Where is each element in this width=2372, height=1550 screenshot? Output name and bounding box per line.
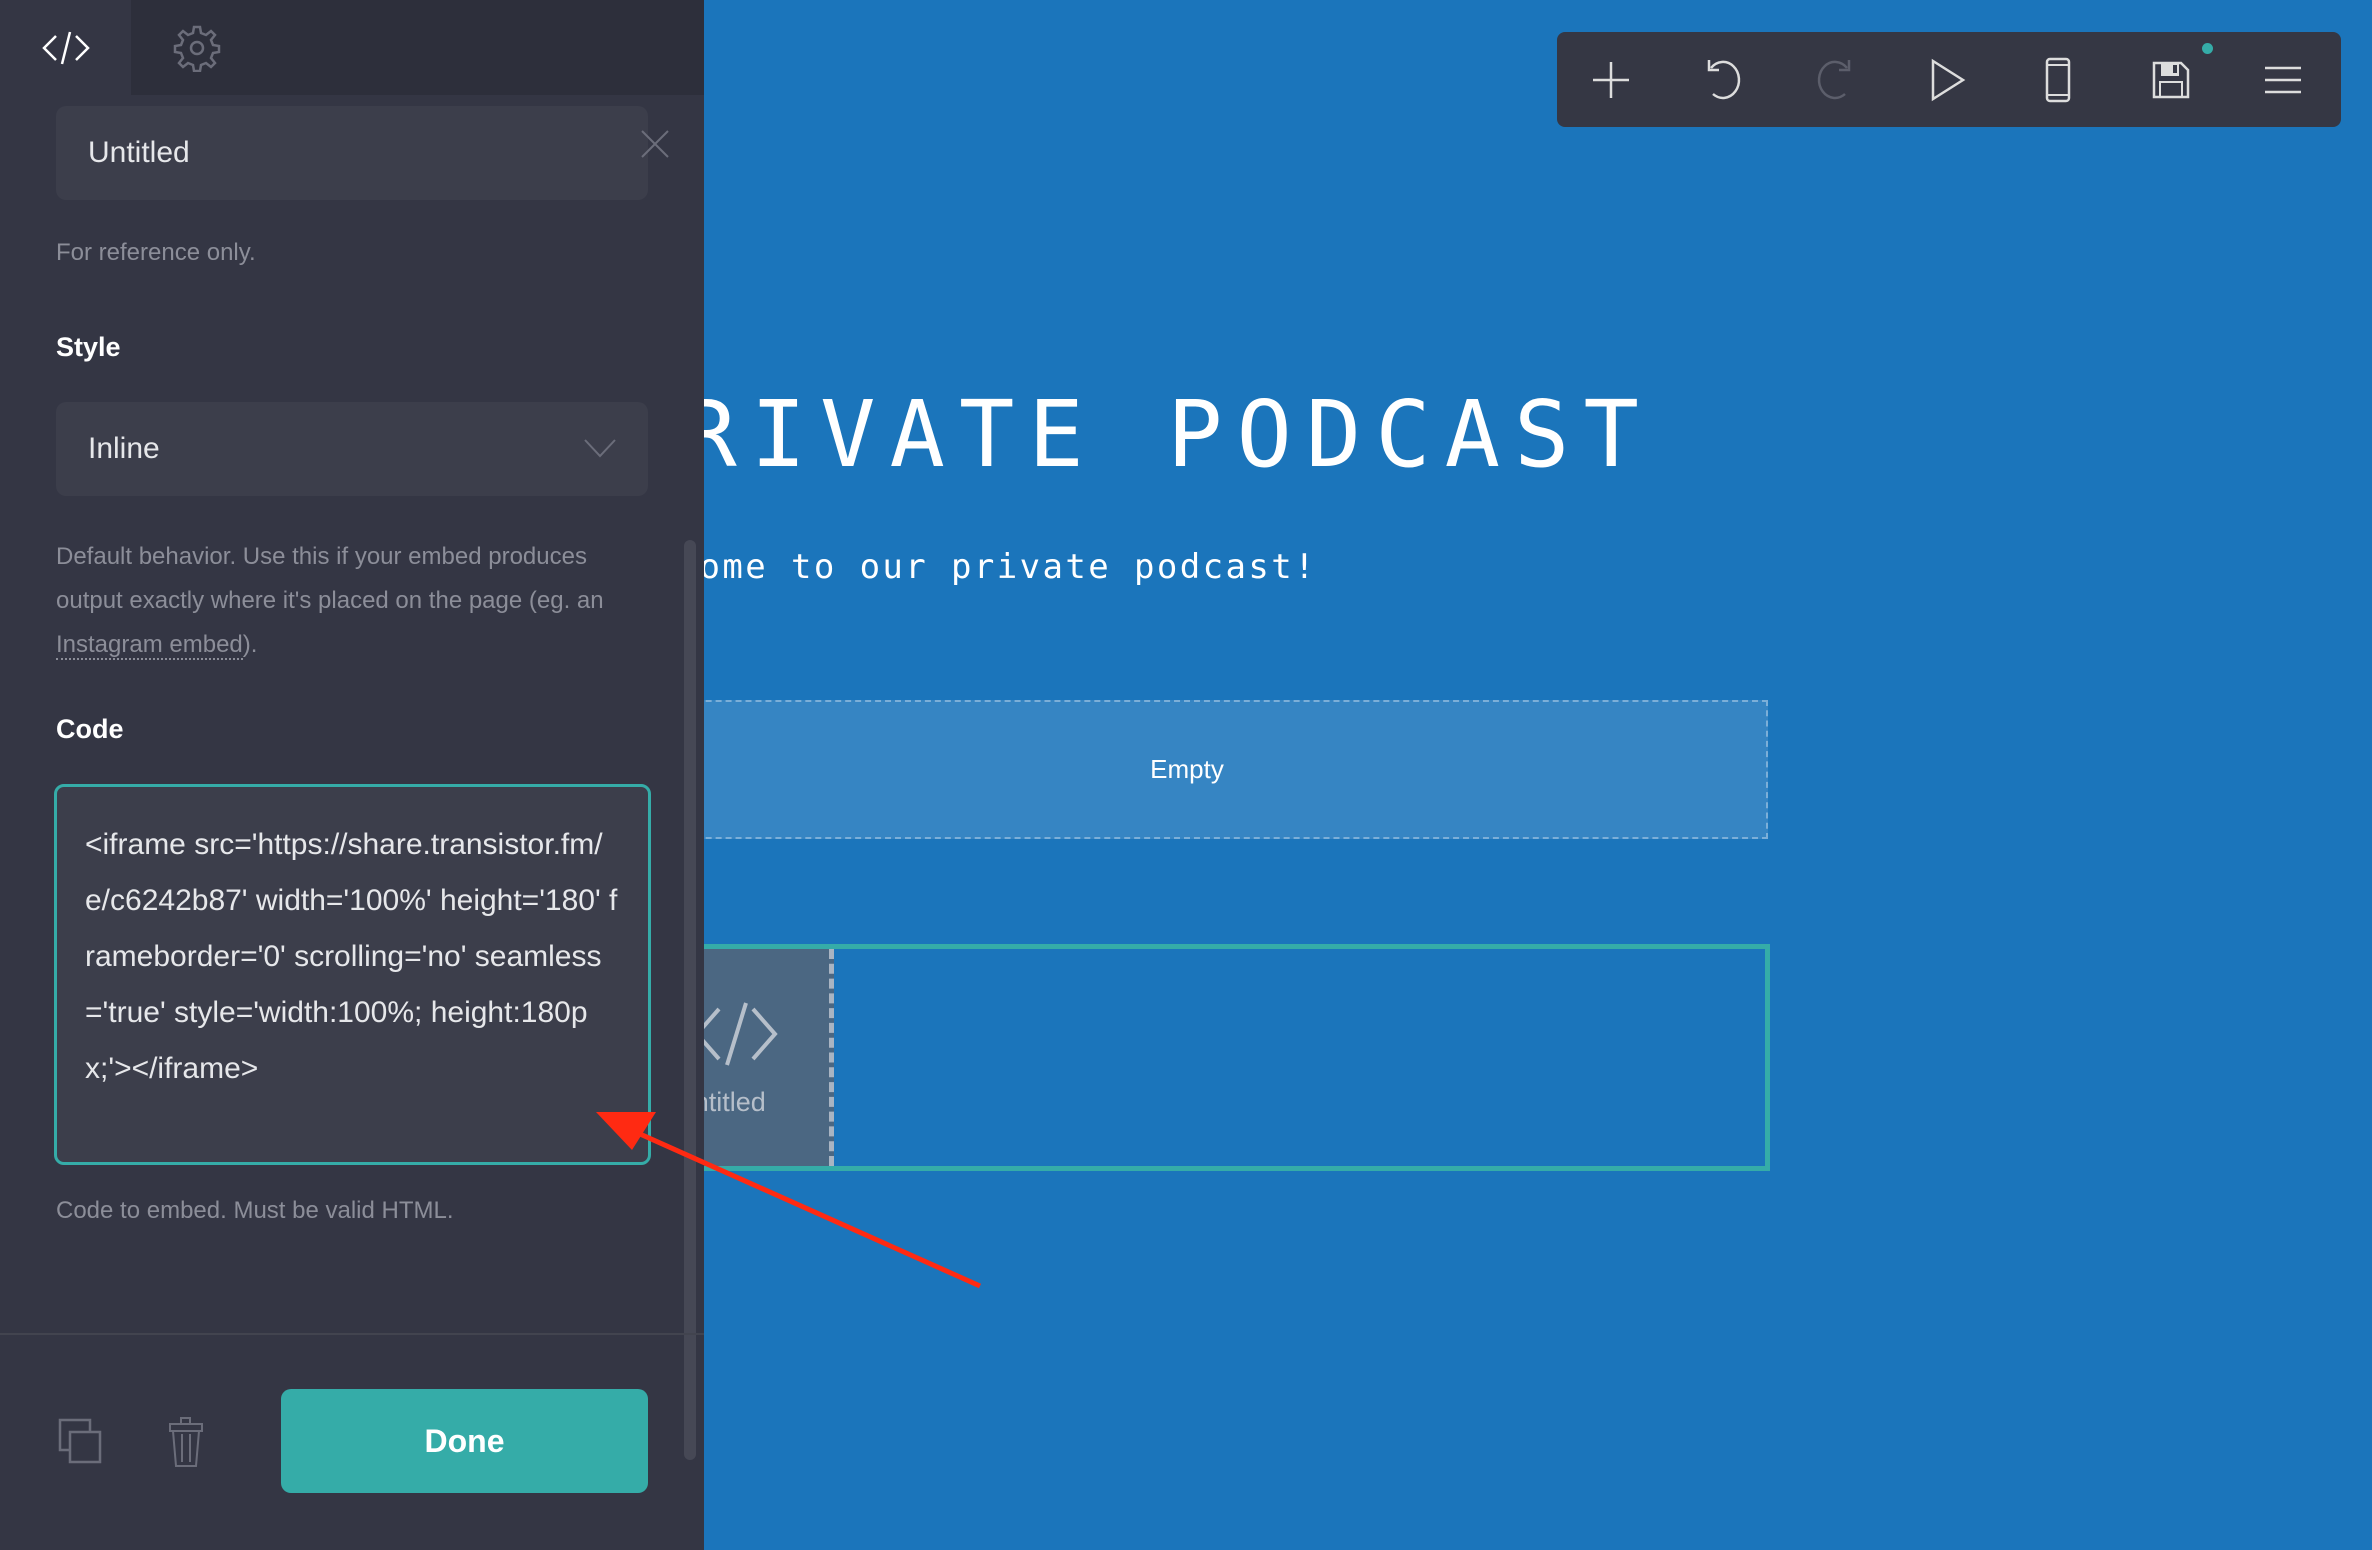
tab-settings[interactable] <box>131 0 262 95</box>
save-button[interactable] <box>2141 50 2201 110</box>
tab-code[interactable] <box>0 0 131 95</box>
menu-icon <box>2265 66 2301 94</box>
empty-label: Empty <box>1150 754 1224 784</box>
duplicate-icon[interactable] <box>58 1418 104 1464</box>
name-input-value: Untitled <box>88 136 190 169</box>
chevron-down-icon <box>584 439 616 458</box>
gear-icon <box>173 25 220 72</box>
instagram-embed-link[interactable]: Instagram embed <box>56 631 243 660</box>
play-icon <box>1931 58 1966 102</box>
unsaved-indicator <box>2202 43 2213 54</box>
page-title: PRIVATE PODCAST <box>612 381 1653 488</box>
clear-icon[interactable] <box>641 130 669 158</box>
trash-icon[interactable] <box>168 1416 204 1468</box>
name-help: For reference only. <box>56 239 256 266</box>
style-select[interactable]: Inline <box>56 402 648 496</box>
code-help: Code to embed. Must be valid HTML. <box>56 1197 454 1224</box>
style-label: Style <box>56 332 121 362</box>
undo-icon <box>1707 60 1741 100</box>
code-label: Code <box>56 714 124 744</box>
panel-scrollbar[interactable] <box>684 540 696 1460</box>
mobile-view-button[interactable] <box>2029 50 2089 110</box>
style-help: Default behavior. Use this if your embed… <box>56 543 604 660</box>
page-subtitle: Welcome to our private podcast! <box>608 547 1317 587</box>
style-select-value: Inline <box>88 432 160 465</box>
mobile-icon <box>2045 57 2071 103</box>
footer-divider <box>0 1333 704 1335</box>
done-button[interactable]: Done <box>281 1389 648 1493</box>
preview-button[interactable] <box>1917 50 1977 110</box>
embed-settings-panel: Untitled For reference only. Style Inlin… <box>0 0 704 1550</box>
panel-tabs <box>0 0 704 95</box>
redo-button[interactable] <box>1805 50 1865 110</box>
save-icon <box>2152 61 2190 99</box>
embed-block[interactable]: Untitled <box>606 944 1770 1171</box>
redo-icon <box>1817 60 1851 100</box>
editor-toolbar <box>1557 32 2341 127</box>
code-icon <box>41 31 90 64</box>
menu-button[interactable] <box>2253 50 2313 110</box>
add-icon <box>1593 62 1629 98</box>
code-icon <box>694 1002 778 1066</box>
name-input[interactable]: Untitled <box>56 106 648 200</box>
undo-button[interactable] <box>1693 50 1753 110</box>
code-textarea[interactable]: <iframe src='https://share.transistor.fm… <box>54 784 651 1165</box>
empty-section[interactable]: Empty <box>606 700 1768 839</box>
add-button[interactable] <box>1581 50 1641 110</box>
